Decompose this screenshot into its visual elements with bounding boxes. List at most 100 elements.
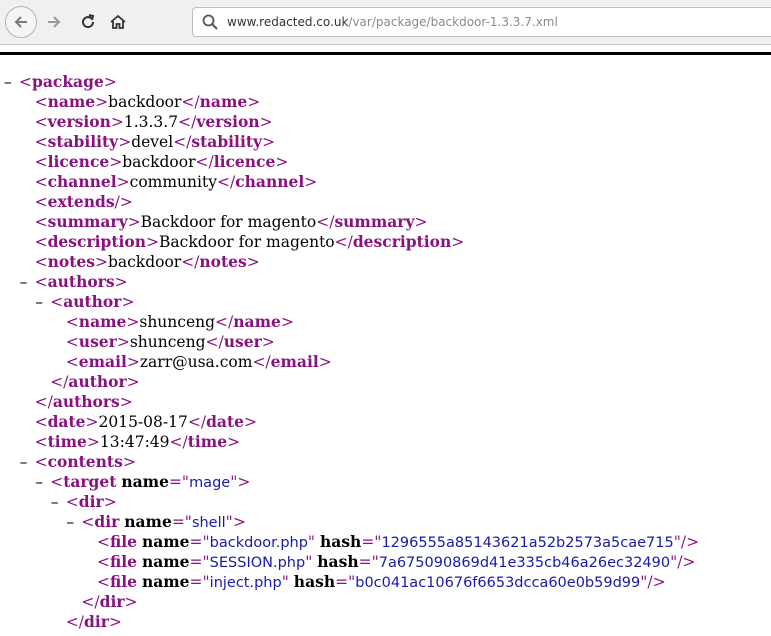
xml-bracket: >	[304, 173, 318, 191]
xml-tag-name: channel	[235, 172, 305, 191]
address-bar[interactable]: www.redacted.co.uk/var/package/backdoor-…	[192, 7, 771, 37]
xml-bracket: >	[126, 313, 140, 331]
xml-tag-name: authors	[47, 272, 115, 291]
xml-bracket: </	[334, 233, 353, 251]
collapse-toggle[interactable]: –	[51, 492, 59, 512]
xml-line: – <author>	[35, 292, 135, 312]
xml-attr-name: hash	[317, 552, 359, 571]
xml-line: <email>zarr@usa.com</email>	[66, 352, 332, 372]
xml-line: <stability>devel</stability>	[35, 132, 275, 152]
xml-text: backdoor	[108, 93, 182, 111]
xml-bracket: </	[173, 133, 192, 151]
xml-tag-name: stability	[191, 132, 263, 151]
xml-bracket: "	[305, 553, 313, 571]
xml-bracket: >	[116, 173, 130, 191]
xml-bracket: </	[81, 593, 100, 611]
xml-bracket: <	[34, 113, 48, 131]
url-path: /var/package/backdoor-1.3.3.7.xml	[348, 15, 558, 29]
xml-line: </dir>	[66, 612, 122, 632]
forward-button[interactable]	[40, 8, 68, 36]
xml-bracket: </	[216, 173, 236, 191]
xml-bracket: ="	[171, 513, 192, 531]
xml-attr-value: 7a675090869d41e335cb46a26ec32490	[378, 555, 671, 571]
xml-tag-name: email	[78, 352, 127, 371]
back-button[interactable]	[5, 6, 37, 38]
toolbar-divider	[0, 44, 771, 45]
xml-bracket: >	[86, 433, 100, 451]
xml-text: 13:47:49	[99, 433, 170, 451]
xml-bracket: >	[95, 93, 109, 111]
xml-bracket: >	[126, 353, 140, 371]
xml-attr-name: name	[141, 532, 190, 551]
xml-text: shunceng	[129, 333, 206, 351]
xml-bracket: >	[127, 213, 141, 231]
xml-line: <time>13:47:49</time>	[35, 432, 240, 452]
xml-tag-name: version	[196, 112, 260, 131]
xml-line: <notes>backdoor</notes>	[35, 252, 260, 272]
xml-bracket: ="	[189, 533, 210, 551]
collapse-toggle[interactable]: –	[4, 72, 12, 92]
xml-bracket: >	[121, 293, 135, 311]
xml-bracket: <	[65, 353, 79, 371]
xml-tag-name: dir	[99, 592, 125, 611]
xml-bracket: <	[65, 493, 79, 511]
xml-tag-name: date	[47, 412, 86, 431]
xml-bracket: >	[122, 453, 136, 471]
xml-bracket: >	[114, 273, 128, 291]
xml-bracket: />	[677, 553, 696, 571]
xml-text: 2015-08-17	[98, 413, 188, 431]
xml-line: – <contents>	[20, 452, 136, 472]
xml-bracket: />	[647, 573, 666, 591]
xml-attr-value: b0c041ac10676f6653dcca60e0b59d99	[355, 575, 641, 591]
xml-bracket: />	[680, 533, 700, 551]
xml-tag-name: dir	[78, 492, 104, 511]
xml-bracket: "	[225, 513, 233, 531]
xml-bracket: </	[34, 393, 53, 411]
browser-toolbar: www.redacted.co.uk/var/package/backdoor-…	[0, 0, 771, 44]
xml-tag-name: licence	[47, 152, 110, 171]
xml-attr-name: name	[124, 512, 172, 531]
xml-tag-name: time	[47, 432, 87, 451]
collapse-toggle[interactable]: –	[35, 292, 43, 312]
xml-tag-name: user	[223, 332, 262, 351]
xml-line: <date>2015-08-17</date>	[35, 412, 257, 432]
xml-line: <summary>Backdoor for magento</summary>	[35, 212, 428, 232]
collapse-toggle[interactable]: –	[20, 452, 28, 472]
xml-tag-name: author	[68, 372, 127, 391]
xml-line: <channel>community</channel>	[35, 172, 318, 192]
collapse-toggle[interactable]: –	[20, 272, 28, 292]
xml-tag-name: name	[199, 92, 248, 111]
xml-line: <file name="inject.php" hash="b0c041ac10…	[97, 572, 666, 592]
xml-line: <file name="backdoor.php" hash="1296555a…	[97, 532, 699, 552]
xml-tag-name: author	[63, 292, 122, 311]
xml-bracket: >	[262, 133, 276, 151]
xml-line: – <dir>	[51, 492, 117, 512]
home-button[interactable]	[104, 8, 132, 36]
xml-bracket: <	[34, 413, 48, 431]
xml-bracket: >	[146, 233, 160, 251]
arrow-left-icon	[14, 16, 27, 28]
xml-tag-name: licence	[213, 152, 276, 171]
xml-bracket: </	[316, 213, 335, 231]
xml-bracket: >	[246, 253, 260, 271]
xml-bracket: <	[97, 533, 110, 551]
reload-button[interactable]	[74, 8, 102, 36]
xml-bracket: <	[50, 293, 64, 311]
xml-attr-value: shell	[191, 515, 226, 531]
xml-attr-value: mage	[189, 475, 231, 491]
xml-tag-name: name	[47, 92, 96, 111]
collapse-toggle[interactable]: –	[35, 472, 43, 492]
xml-bracket: >	[280, 313, 294, 331]
xml-text: community	[129, 173, 217, 191]
xml-text: shunceng	[139, 313, 216, 331]
url-text: www.redacted.co.uk/var/package/backdoor-…	[227, 15, 558, 29]
xml-line: – <authors>	[20, 272, 128, 292]
xml-tag-name: notes	[199, 252, 247, 271]
xml-bracket: >	[247, 93, 261, 111]
xml-bracket: </	[187, 413, 207, 431]
xml-line: – <dir name="shell">	[66, 512, 245, 532]
collapse-toggle[interactable]: –	[66, 512, 74, 532]
xml-bracket: >	[318, 353, 332, 371]
xml-tag-name: authors	[52, 392, 120, 411]
xml-text: backdoor	[107, 253, 182, 271]
